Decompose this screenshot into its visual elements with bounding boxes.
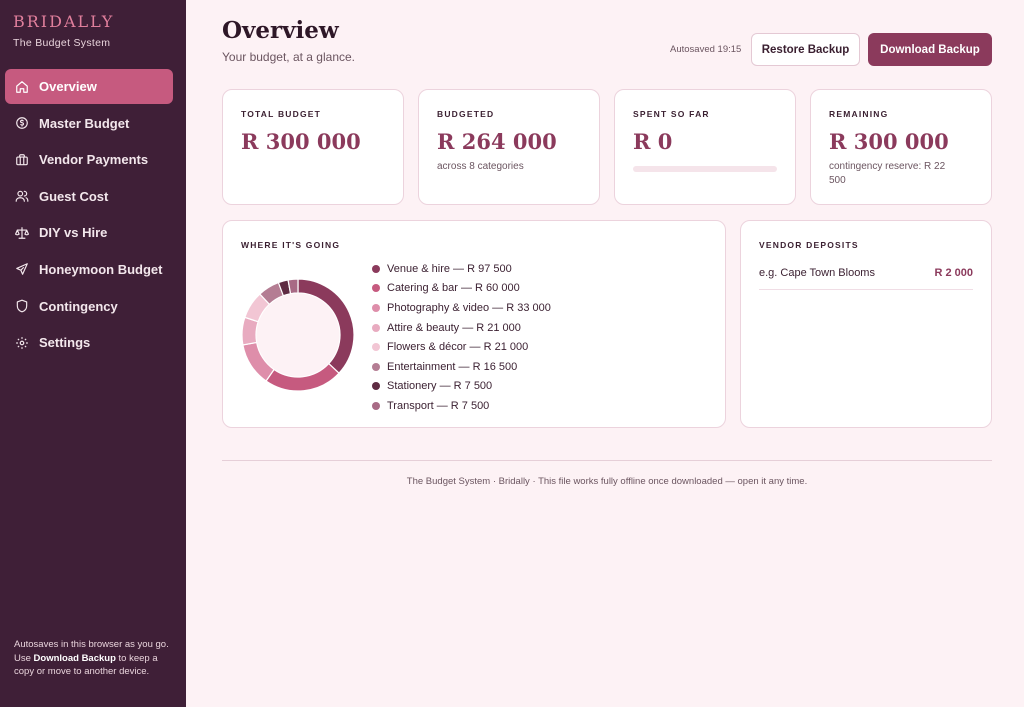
sidebar-item-diy-vs-hire[interactable]: DIY vs Hire	[5, 215, 173, 250]
sidebar-item-overview[interactable]: Overview	[5, 69, 173, 104]
sidebar-item-settings[interactable]: Settings	[5, 325, 173, 360]
section-label: VENDOR DEPOSITS	[759, 240, 859, 250]
restore-backup-button[interactable]: Restore Backup	[751, 33, 860, 66]
legend-label: Stationery — R 7 500	[387, 380, 493, 393]
deposit-row[interactable]: e.g. Cape Town Blooms R 2 000	[759, 261, 973, 290]
donut-hole	[256, 293, 340, 377]
legend-label: Attire & beauty — R 21 000	[387, 321, 521, 334]
stat-value: R 300 000	[829, 129, 949, 154]
where-its-going-card: WHERE IT'S GOING Venue & hire — R 97 500…	[222, 220, 726, 428]
legend-item: Catering & bar — R 60 000	[372, 279, 551, 299]
vendor-deposits-card: VENDOR DEPOSITS e.g. Cape Town Blooms R …	[740, 220, 992, 428]
main-content: Overview Your budget, at a glance. Autos…	[186, 0, 1024, 707]
stat-note: across 8 categories	[437, 161, 524, 172]
legend-item: Attire & beauty — R 21 000	[372, 318, 551, 338]
sidebar-item-honeymoon-budget[interactable]: Honeymoon Budget	[5, 252, 173, 287]
users-icon	[15, 191, 29, 203]
sidebar-item-label: Master Budget	[39, 115, 130, 131]
legend-item: Flowers & décor — R 21 000	[372, 337, 551, 357]
legend-dot	[372, 303, 380, 312]
legend-dot	[372, 264, 380, 273]
budgeted-card: BUDGETED R 264 000 across 8 categories	[418, 89, 600, 205]
stat-value: R 300 000	[241, 129, 361, 154]
backup-note-bold: Download Backup	[33, 652, 116, 664]
legend-item: Stationery — R 7 500	[372, 377, 551, 397]
deposit-amount: R 2 000	[934, 267, 973, 279]
sidebar-item-contingency[interactable]: Contingency	[5, 289, 173, 324]
shield-icon	[16, 299, 28, 313]
stat-value: R 264 000	[437, 129, 557, 154]
autosave-status: Autosaved 19:15	[670, 44, 742, 55]
footer-divider	[222, 460, 992, 461]
coin-icon	[16, 117, 28, 129]
remaining-card: REMAINING R 300 000 contingency reserve:…	[810, 89, 992, 205]
sidebar-item-label: Guest Cost	[39, 188, 109, 204]
sidebar-nav: Overview Master Budget Vendor Payments G…	[5, 69, 173, 362]
footer-note: The Budget System · Bridally · This file…	[406, 476, 808, 487]
plane-icon	[16, 263, 28, 276]
stat-value: R 0	[633, 129, 673, 154]
scale-icon	[15, 227, 29, 239]
page-subtitle: Your budget, at a glance.	[222, 50, 355, 64]
total-budget-card: TOTAL BUDGET R 300 000	[222, 89, 404, 205]
legend-dot	[372, 401, 380, 410]
stat-label: BUDGETED	[437, 109, 495, 119]
sidebar-item-label: Honeymoon Budget	[39, 261, 163, 277]
legend-label: Catering & bar — R 60 000	[387, 282, 520, 295]
sidebar-item-label: Settings	[39, 335, 91, 351]
legend-item: Transport — R 7 500	[372, 396, 551, 416]
brand: BRIDALLY The Budget System	[13, 12, 114, 49]
spent-card: SPENT SO FAR R 0	[614, 89, 796, 205]
legend-label: Flowers & décor — R 21 000	[387, 341, 529, 354]
autosave-note: Autosaves in this browser as you go.	[14, 639, 169, 650]
deposit-vendor-name: e.g. Cape Town Blooms	[759, 267, 875, 279]
stat-label: TOTAL BUDGET	[241, 109, 322, 119]
legend-dot	[372, 323, 380, 332]
gear-icon	[16, 336, 28, 349]
home-icon	[16, 80, 28, 93]
sidebar-item-vendor-payments[interactable]: Vendor Payments	[5, 142, 173, 177]
legend-label: Photography & video — R 33 000	[387, 301, 551, 314]
spent-progress-bar	[633, 166, 777, 172]
page-title: Overview	[222, 17, 339, 44]
sidebar: BRIDALLY The Budget System Overview Mast…	[0, 0, 186, 707]
brand-name: BRIDALLY	[13, 12, 115, 31]
legend-label: Venue & hire — R 97 500	[387, 262, 512, 275]
legend-item: Venue & hire — R 97 500	[372, 259, 551, 279]
legend-label: Entertainment — R 16 500	[387, 360, 518, 373]
stat-label: REMAINING	[829, 109, 889, 119]
sidebar-item-guest-cost[interactable]: Guest Cost	[5, 179, 173, 214]
legend-dot	[372, 382, 380, 391]
section-label: WHERE IT'S GOING	[241, 240, 341, 250]
budget-donut-chart	[241, 278, 355, 392]
sidebar-item-label: Vendor Payments	[39, 152, 149, 168]
legend-dot	[372, 343, 380, 352]
donut-legend: Venue & hire — R 97 500 Catering & bar —…	[372, 259, 551, 416]
legend-item: Entertainment — R 16 500	[372, 357, 551, 377]
sidebar-item-label: Overview	[39, 79, 97, 94]
stat-label: SPENT SO FAR	[633, 109, 710, 119]
stat-note: contingency reserve: R 22 500	[829, 161, 946, 186]
sidebar-item-label: DIY vs Hire	[39, 225, 108, 241]
sidebar-footer-note: Autosaves in this browser as you go. Use…	[14, 638, 174, 679]
briefcase-icon	[16, 153, 28, 165]
legend-label: Transport — R 7 500	[387, 399, 490, 412]
sidebar-item-label: Contingency	[39, 298, 118, 314]
donut-slice	[287, 278, 299, 295]
backup-note: Use Download Backup to keep a copy or mo…	[14, 652, 158, 678]
sidebar-item-master-budget[interactable]: Master Budget	[5, 106, 173, 141]
legend-item: Photography & video — R 33 000	[372, 298, 551, 318]
brand-subtitle: The Budget System	[13, 37, 111, 49]
download-backup-button[interactable]: Download Backup	[868, 33, 992, 66]
legend-dot	[372, 284, 380, 293]
legend-dot	[372, 362, 380, 371]
